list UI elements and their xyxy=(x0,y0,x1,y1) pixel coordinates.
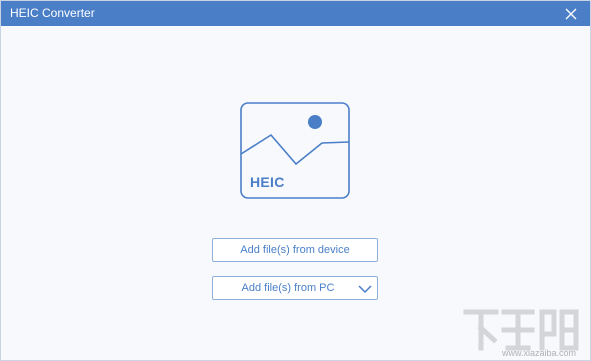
heic-label: HEIC xyxy=(250,174,285,190)
app-window: HEIC Converter HEIC Add file(s) from dev… xyxy=(0,0,591,361)
watermark-logo xyxy=(462,304,582,352)
add-from-pc-button[interactable]: Add file(s) from PC xyxy=(212,276,378,300)
add-from-pc-label: Add file(s) from PC xyxy=(241,282,335,294)
add-from-device-button[interactable]: Add file(s) from device xyxy=(212,238,378,262)
title-bar[interactable]: HEIC Converter xyxy=(1,1,590,26)
close-button[interactable] xyxy=(562,5,580,23)
close-icon xyxy=(562,5,580,23)
add-from-device-label: Add file(s) from device xyxy=(240,244,350,256)
window-title: HEIC Converter xyxy=(10,6,95,20)
watermark-url: www.xiazaiba.com xyxy=(501,348,576,358)
chevron-down-icon[interactable] xyxy=(358,284,372,294)
